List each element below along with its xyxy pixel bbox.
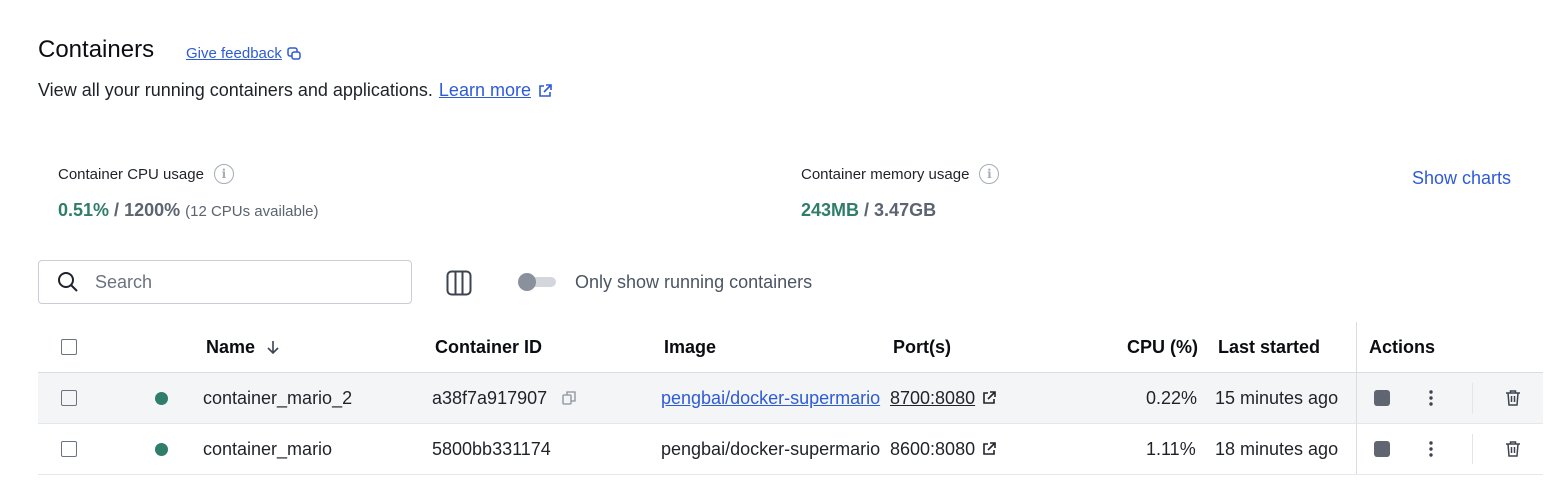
toggle-knob <box>518 273 536 291</box>
container-id: 5800bb331174 <box>432 438 551 459</box>
cpu-value: 0.22% <box>1146 387 1198 408</box>
last-started: 18 minutes ago <box>1215 438 1339 459</box>
row-checkbox[interactable] <box>61 441 77 457</box>
table-header: Name Container ID Image Port(s) CPU (%) … <box>38 322 1543 373</box>
cpu-available-note: (12 CPUs available) <box>185 203 319 220</box>
image-name[interactable]: pengbai/docker-supermario <box>661 439 880 460</box>
row-checkbox[interactable] <box>61 390 77 406</box>
column-divider <box>1356 322 1357 372</box>
search-input[interactable] <box>93 270 377 294</box>
actions-divider <box>1472 434 1473 464</box>
page-subtitle: View all your running containers and app… <box>38 80 553 101</box>
container-id: a38f7a917907 <box>432 387 548 408</box>
actions-column-header: Actions <box>1369 336 1436 357</box>
image-column-header[interactable]: Image <box>664 322 716 372</box>
name-column-header[interactable]: Name <box>206 322 281 372</box>
name-header-label: Name <box>206 336 256 357</box>
cpu-usage-label: Container CPU usage i <box>58 164 234 184</box>
external-link-icon <box>981 390 997 406</box>
give-feedback-link[interactable]: Give feedback <box>186 45 302 62</box>
port-link[interactable]: 8600:8080 <box>890 439 997 460</box>
table-row[interactable]: container_mario 5800bb331174 pengbai/doc… <box>38 424 1543 475</box>
memory-usage-value: 243MB / 3.47GB <box>801 200 936 221</box>
info-icon[interactable]: i <box>213 164 234 184</box>
select-all-checkbox[interactable] <box>61 339 77 355</box>
last-started: 15 minutes ago <box>1215 387 1339 408</box>
cpu-usage-total: 1200% <box>124 200 181 220</box>
info-icon[interactable]: i <box>979 164 1000 184</box>
give-feedback-label: Give feedback <box>186 45 282 62</box>
subtitle-text: View all your running containers and app… <box>38 80 433 100</box>
port-label: 8600:8080 <box>890 438 976 459</box>
stop-icon[interactable] <box>1374 441 1390 457</box>
actions-divider <box>1472 383 1473 413</box>
learn-more-link[interactable]: Learn more <box>439 80 553 101</box>
external-link-icon <box>981 441 997 457</box>
show-charts-button[interactable]: Show charts <box>1412 168 1511 189</box>
status-running-icon <box>155 442 168 456</box>
stop-icon[interactable] <box>1374 390 1390 406</box>
last-started-column-header[interactable]: Last started <box>1218 322 1320 372</box>
cpu-usage-current: 0.51% <box>58 200 110 220</box>
container-name[interactable]: container_mario_2 <box>203 373 352 423</box>
feedback-icon <box>286 46 302 62</box>
port-label: 8700:8080 <box>890 387 976 408</box>
more-vertical-icon[interactable] <box>1423 424 1439 474</box>
table-row[interactable]: container_mario_2 a38f7a917907 pengbai/d… <box>38 373 1543 424</box>
running-only-label: Only show running containers <box>575 272 813 292</box>
learn-more-label: Learn more <box>438 80 531 100</box>
more-vertical-icon[interactable] <box>1423 373 1439 423</box>
memory-usage-current: 243MB <box>801 200 860 220</box>
trash-icon[interactable] <box>1505 373 1521 423</box>
ports-column-header[interactable]: Port(s) <box>893 322 951 372</box>
trash-icon[interactable] <box>1505 424 1521 474</box>
status-running-icon <box>155 391 168 405</box>
columns-icon[interactable] <box>446 270 472 296</box>
container-id-column-header[interactable]: Container ID <box>435 322 542 372</box>
search-icon <box>57 271 79 293</box>
cpu-value: 1.11% <box>1146 438 1196 459</box>
search-box[interactable] <box>38 260 412 304</box>
image-link[interactable]: pengbai/docker-supermario <box>661 388 880 409</box>
cpu-usage-separator: / <box>114 200 120 220</box>
copy-icon[interactable] <box>561 390 577 406</box>
containers-table: Name Container ID Image Port(s) CPU (%) … <box>38 322 1543 475</box>
port-link[interactable]: 8700:8080 <box>890 388 997 409</box>
memory-usage-total: 3.47GB <box>874 200 937 220</box>
container-name[interactable]: container_mario <box>203 424 332 474</box>
arrow-down-icon <box>265 339 281 355</box>
memory-usage-separator: / <box>864 200 870 220</box>
column-divider <box>1356 373 1357 423</box>
external-link-icon <box>537 83 553 99</box>
running-only-toggle[interactable] <box>518 272 556 292</box>
cpu-usage-value: 0.51% / 1200% (12 CPUs available) <box>58 200 319 221</box>
column-divider <box>1356 424 1357 474</box>
memory-usage-label: Container memory usage i <box>801 164 1000 184</box>
page-title: Containers <box>38 36 155 63</box>
cpu-usage-label-text: Container CPU usage <box>58 165 204 183</box>
memory-usage-label-text: Container memory usage <box>801 165 970 183</box>
cpu-column-header[interactable]: CPU (%) <box>1127 322 1198 372</box>
